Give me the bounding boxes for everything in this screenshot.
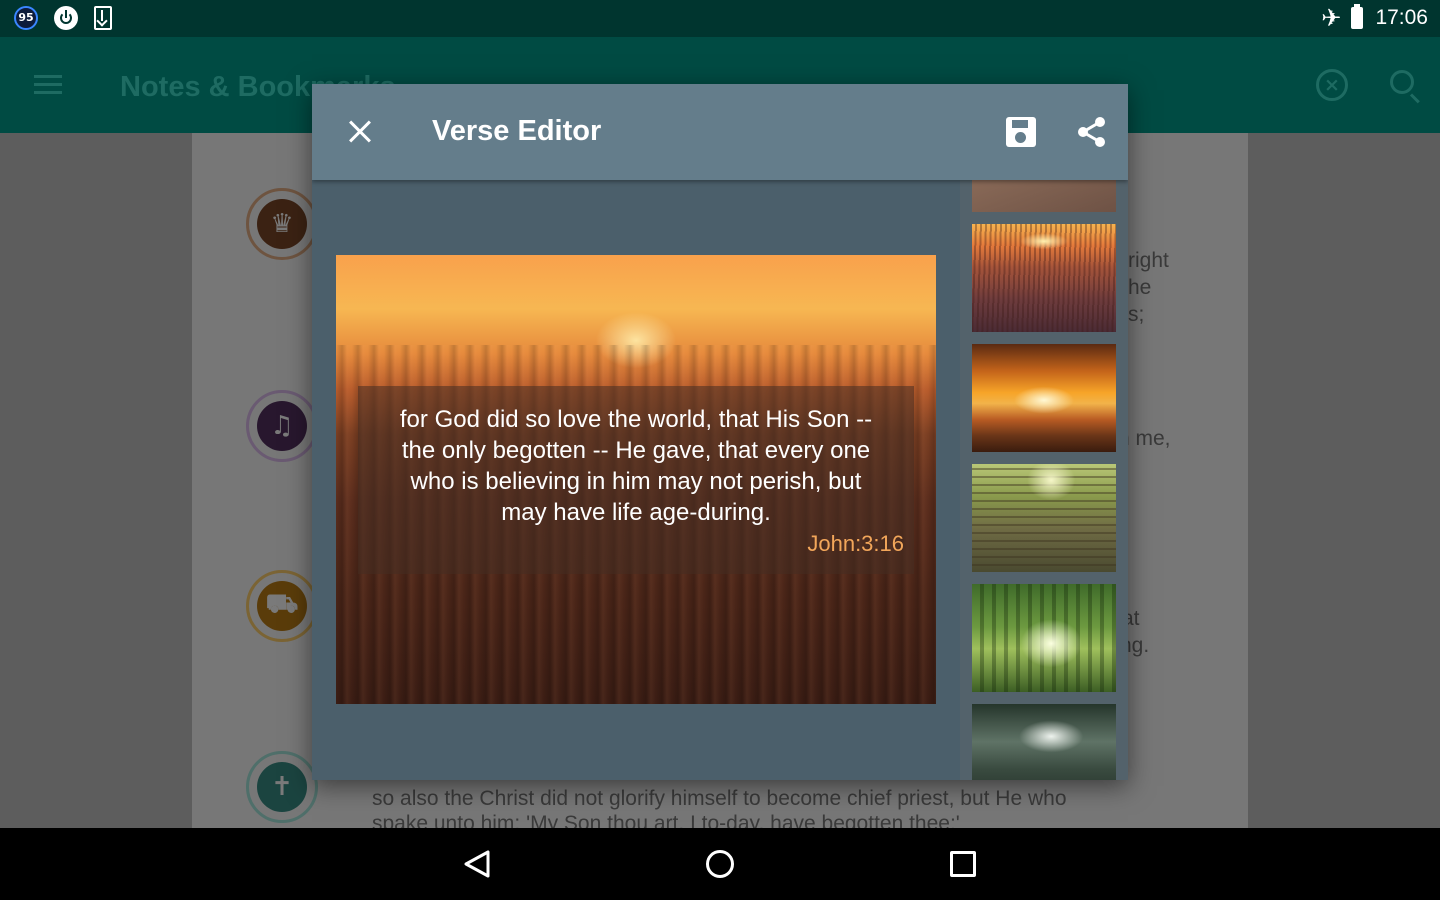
recents-button[interactable] xyxy=(950,851,976,877)
list-item-line: so also the Christ did not glorify himse… xyxy=(372,787,1067,810)
thumbnail-stone-steps-in-forest[interactable] xyxy=(972,464,1116,572)
thumbnail-light-rays-through-trees[interactable] xyxy=(972,704,1116,780)
thumbnail-sunlight-through-forest[interactable] xyxy=(972,584,1116,692)
status-bar: 95 ✈ 17:06 xyxy=(0,0,1440,37)
power-icon xyxy=(54,6,78,30)
list-snippet: s; xyxy=(1128,303,1145,326)
cross-avatar[interactable]: ✝ xyxy=(246,751,318,823)
battery-icon xyxy=(1351,4,1364,29)
verse-preview-image: for God did so love the world, that His … xyxy=(336,255,936,704)
search-icon[interactable] xyxy=(1390,70,1414,94)
status-bar-left: 95 xyxy=(14,6,128,30)
signpost-avatar[interactable]: ⛟ xyxy=(246,570,318,642)
list-snippet: he xyxy=(1128,276,1152,299)
home-button[interactable] xyxy=(706,850,734,878)
thumbnail-sunset-above-clouds[interactable] xyxy=(972,344,1116,452)
clear-icon[interactable]: × xyxy=(1316,69,1348,101)
dialog-title: Verse Editor xyxy=(432,115,602,147)
dialog-toolbar: Verse Editor xyxy=(312,84,1128,180)
status-bar-right: ✈ 17:06 xyxy=(1321,4,1428,32)
hamburger-icon[interactable] xyxy=(34,75,62,95)
signpost-icon: ⛟ xyxy=(257,581,307,631)
verse-reference: John:3:16 xyxy=(807,531,904,556)
cross-arrow-icon: ✝ xyxy=(257,762,307,812)
navigation-bar xyxy=(0,828,1440,900)
thumbnail-wheat-field-sunset[interactable] xyxy=(972,224,1116,332)
verse-text: for God did so love the world, that His … xyxy=(399,406,873,526)
music-note-icon: ♫ xyxy=(257,401,307,451)
back-button[interactable] xyxy=(462,848,494,880)
verse-editor-dialog: Verse Editor for God did so love the wor… xyxy=(312,84,1128,780)
thumbnail-partial-image[interactable] xyxy=(972,180,1116,212)
crown-icon: ♛ xyxy=(257,199,307,249)
status-time: 17:06 xyxy=(1375,6,1428,29)
background-thumbnail-strip[interactable] xyxy=(960,180,1128,780)
close-icon[interactable] xyxy=(342,114,378,150)
verse-overlay-box[interactable]: for God did so love the world, that His … xyxy=(358,386,914,574)
airplane-icon: ✈ xyxy=(1321,4,1342,32)
notification-badge-icon: 95 xyxy=(14,6,38,30)
download-icon xyxy=(94,6,112,30)
share-icon[interactable] xyxy=(1074,114,1110,150)
list-snippet: right xyxy=(1128,249,1169,272)
crown-avatar[interactable]: ♛ xyxy=(246,188,318,260)
music-avatar[interactable]: ♫ xyxy=(246,390,318,462)
save-icon[interactable] xyxy=(1006,117,1036,147)
